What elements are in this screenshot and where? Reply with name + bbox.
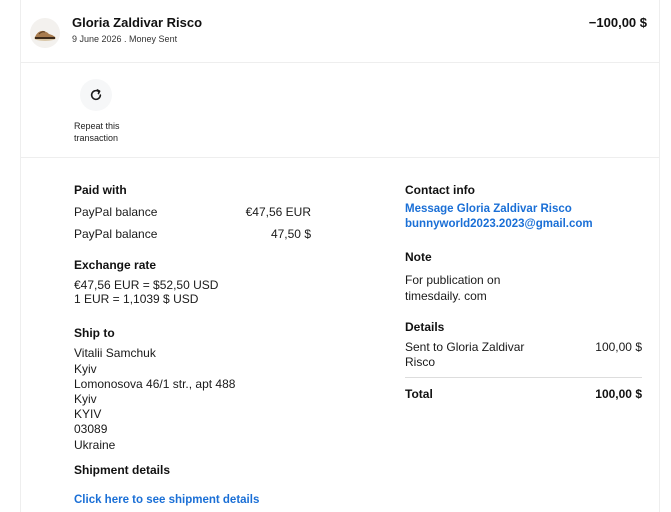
address-line: Ukraine — [74, 438, 116, 452]
note-text: For publication on — [405, 273, 501, 287]
contact-info-title: Contact info — [405, 183, 475, 197]
sent-to-label: Risco — [405, 355, 436, 369]
recipient-email-link[interactable]: bunnyworld2023.2023@gmail.com — [405, 217, 593, 232]
repeat-transaction-label[interactable]: Repeat this transaction — [74, 120, 144, 144]
exchange-rate-title: Exchange rate — [74, 258, 157, 272]
total-value: 100,00 $ — [595, 387, 642, 401]
message-recipient-link[interactable]: Message Gloria Zaldivar Risco — [405, 202, 572, 217]
divider — [21, 157, 659, 158]
recipient-name: Gloria Zaldivar Risco — [72, 15, 203, 30]
exchange-rate-line: €47,56 EUR = $52,50 USD — [74, 278, 219, 292]
address-line: Vitalii Samchuk — [74, 346, 156, 360]
transaction-card — [20, 0, 660, 512]
address-line: Kyiv — [74, 362, 97, 376]
total-label: Total — [405, 387, 433, 401]
repeat-transaction-button[interactable] — [80, 79, 112, 111]
sent-to-label: Sent to Gloria Zaldivar — [405, 340, 525, 354]
ship-to-title: Ship to — [74, 326, 115, 340]
shipment-details-link[interactable]: Click here to see shipment details — [74, 493, 259, 508]
exchange-rate-line: 1 EUR = 1,1039 $ USD — [74, 292, 199, 306]
shoes-product-thumbnail-icon — [30, 18, 60, 48]
sent-to-value: 100,00 $ — [595, 340, 642, 354]
refresh-icon — [90, 89, 102, 101]
address-line: KYIV — [74, 407, 102, 421]
transaction-header[interactable]: Gloria Zaldivar Risco 9 June 2026 . Mone… — [0, 0, 671, 62]
details-title: Details — [405, 320, 445, 334]
payment-source-label: PayPal balance — [74, 227, 158, 241]
transaction-amount: −100,00 $ — [588, 15, 647, 30]
address-line: 03089 — [74, 422, 108, 436]
note-title: Note — [405, 250, 432, 264]
address-line: Kyiv — [74, 392, 97, 406]
paid-with-title: Paid with — [74, 183, 127, 197]
payment-source-value: 47,50 $ — [270, 227, 311, 241]
note-text: timesdaily. com — [405, 289, 487, 303]
divider — [21, 62, 659, 63]
transaction-date-type: 9 June 2026 . Money Sent — [72, 34, 178, 44]
details-divider — [405, 377, 642, 378]
shipment-details-title: Shipment details — [74, 463, 171, 477]
address-line: Lomonosova 46/1 str., apt 488 — [74, 377, 236, 391]
payment-source-label: PayPal balance — [74, 205, 158, 219]
payment-source-value: €47,56 EUR — [245, 205, 311, 219]
